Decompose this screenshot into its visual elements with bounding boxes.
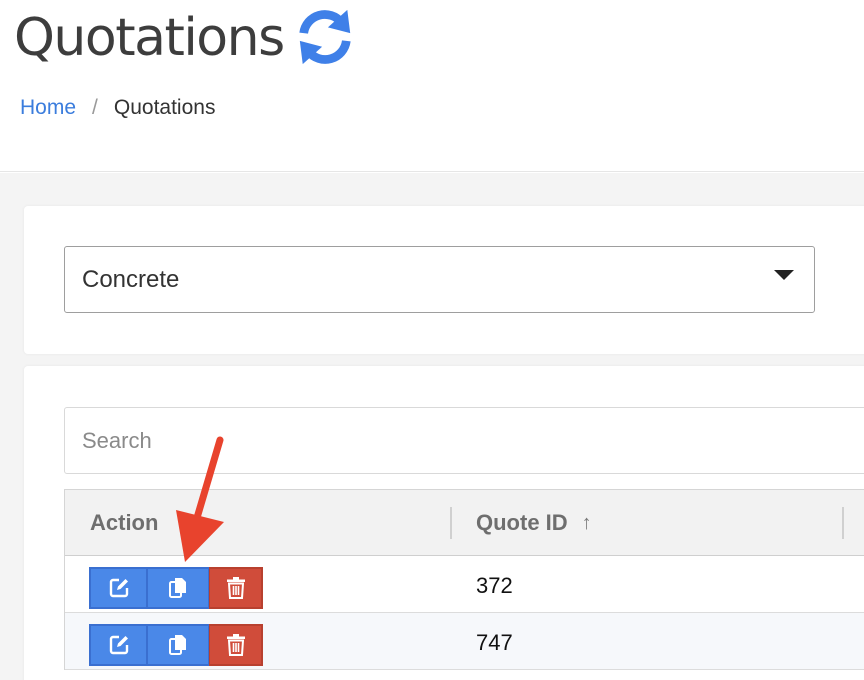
breadcrumb: Home / Quotations [20, 94, 215, 122]
quote-id-cell: 372 [476, 573, 513, 598]
copy-button[interactable] [147, 624, 209, 666]
column-header-quote-id-label: Quote ID [476, 510, 568, 535]
trash-icon [226, 634, 245, 656]
row-action-buttons [89, 624, 263, 666]
quotations-table: Action Quote ID ↑ 372 747 [64, 489, 864, 670]
copy-icon [169, 635, 186, 655]
column-header-quote-id[interactable]: Quote ID ↑ [476, 490, 592, 556]
search-input[interactable] [64, 407, 864, 474]
column-divider [450, 507, 452, 539]
delete-button[interactable] [209, 567, 263, 609]
trash-icon [226, 577, 245, 599]
category-select-value: Concrete [82, 266, 180, 293]
delete-button[interactable] [209, 624, 263, 666]
edit-button[interactable] [89, 624, 147, 666]
breadcrumb-home-link[interactable]: Home [20, 94, 76, 122]
sort-up-icon[interactable]: ↑ [582, 512, 592, 535]
quote-id-cell: 747 [476, 630, 513, 655]
table-row: 747 [65, 613, 864, 670]
copy-icon [169, 578, 186, 598]
table-row: 372 [65, 556, 864, 613]
edit-button[interactable] [89, 567, 147, 609]
filter-card: Concrete [24, 206, 864, 354]
category-select[interactable]: Concrete [64, 246, 815, 313]
table-header: Action Quote ID ↑ [65, 490, 864, 556]
page-header: Quotations Home / Quotations [0, 0, 864, 172]
edit-icon [109, 578, 128, 598]
column-header-action: Action [90, 510, 159, 535]
breadcrumb-current: Quotations [113, 96, 216, 119]
row-action-buttons [89, 567, 263, 609]
main-content: Concrete Action Quote ID ↑ [0, 173, 864, 680]
column-divider [842, 507, 844, 539]
page-title: Quotations [14, 8, 285, 68]
table-card: Action Quote ID ↑ [24, 366, 864, 680]
breadcrumb-separator: / [92, 96, 98, 119]
refresh-icon[interactable] [294, 6, 356, 68]
copy-button[interactable] [147, 567, 209, 609]
edit-icon [109, 635, 128, 655]
caret-down-icon [774, 270, 794, 280]
